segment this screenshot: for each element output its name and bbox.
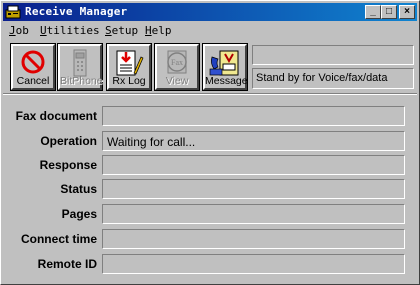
toolbar: Cancel BitPhone Rx Log Fax View Message … — [3, 41, 417, 91]
rx-log-label: Rx Log — [112, 75, 146, 87]
connect-time-field — [102, 229, 405, 249]
minimize-button[interactable]: _ — [365, 5, 381, 19]
connect-time-label: Connect time — [20, 232, 97, 246]
receive-manager-window: Receive Manager _ □ × Job Utilities Setu… — [0, 0, 420, 285]
bitphone-button[interactable]: BitPhone — [57, 43, 103, 91]
status-field — [102, 179, 405, 199]
minimize-icon: _ — [370, 6, 376, 17]
menu-setup[interactable]: Setup — [105, 24, 138, 37]
message-button[interactable]: Message — [202, 43, 248, 91]
operation-value: Waiting for call... — [107, 135, 196, 149]
close-button[interactable]: × — [399, 5, 415, 19]
status-label: Status — [60, 182, 97, 196]
response-field — [102, 155, 405, 175]
operation-field: Waiting for call... — [102, 131, 405, 151]
svg-text:Fax: Fax — [171, 58, 183, 67]
title-bar[interactable]: Receive Manager _ □ × — [3, 3, 417, 21]
menu-job[interactable]: Job — [9, 24, 29, 37]
menu-utilities[interactable]: Utilities — [40, 24, 100, 37]
fax-document-field — [102, 106, 405, 126]
bitphone-label: BitPhone — [60, 75, 103, 87]
rx-log-button[interactable]: Rx Log — [106, 43, 152, 91]
status-panel-top — [252, 45, 414, 65]
remote-id-field — [102, 254, 405, 274]
cancel-button[interactable]: Cancel — [10, 43, 56, 91]
fax-app-icon — [5, 5, 21, 19]
rx-log-icon — [116, 50, 144, 76]
fax-view-icon: Fax — [167, 50, 187, 74]
phone-icon — [73, 49, 87, 77]
fax-document-label: Fax document — [15, 109, 97, 123]
remote-id-label: Remote ID — [37, 257, 97, 271]
message-icon — [209, 50, 239, 76]
cancel-icon — [21, 50, 45, 74]
standby-status-text: Stand by for Voice/fax/data — [256, 72, 388, 84]
operation-label: Operation — [40, 134, 97, 148]
menu-bar: Job Utilities Setup Help — [3, 23, 417, 41]
cancel-label: Cancel — [16, 75, 50, 87]
pages-label: Pages — [61, 207, 97, 221]
message-label: Message — [205, 75, 248, 87]
response-label: Response — [39, 158, 97, 172]
pages-field — [102, 204, 405, 224]
maximize-button[interactable]: □ — [381, 5, 397, 19]
maximize-icon: □ — [385, 6, 393, 17]
close-icon: × — [404, 6, 410, 17]
view-label: View — [165, 75, 189, 87]
window-title: Receive Manager — [25, 5, 128, 18]
view-button[interactable]: Fax View — [154, 43, 200, 91]
menu-help[interactable]: Help — [145, 24, 172, 37]
status-panel-bottom: Stand by for Voice/fax/data — [252, 68, 414, 89]
toolbar-separator — [3, 93, 417, 95]
